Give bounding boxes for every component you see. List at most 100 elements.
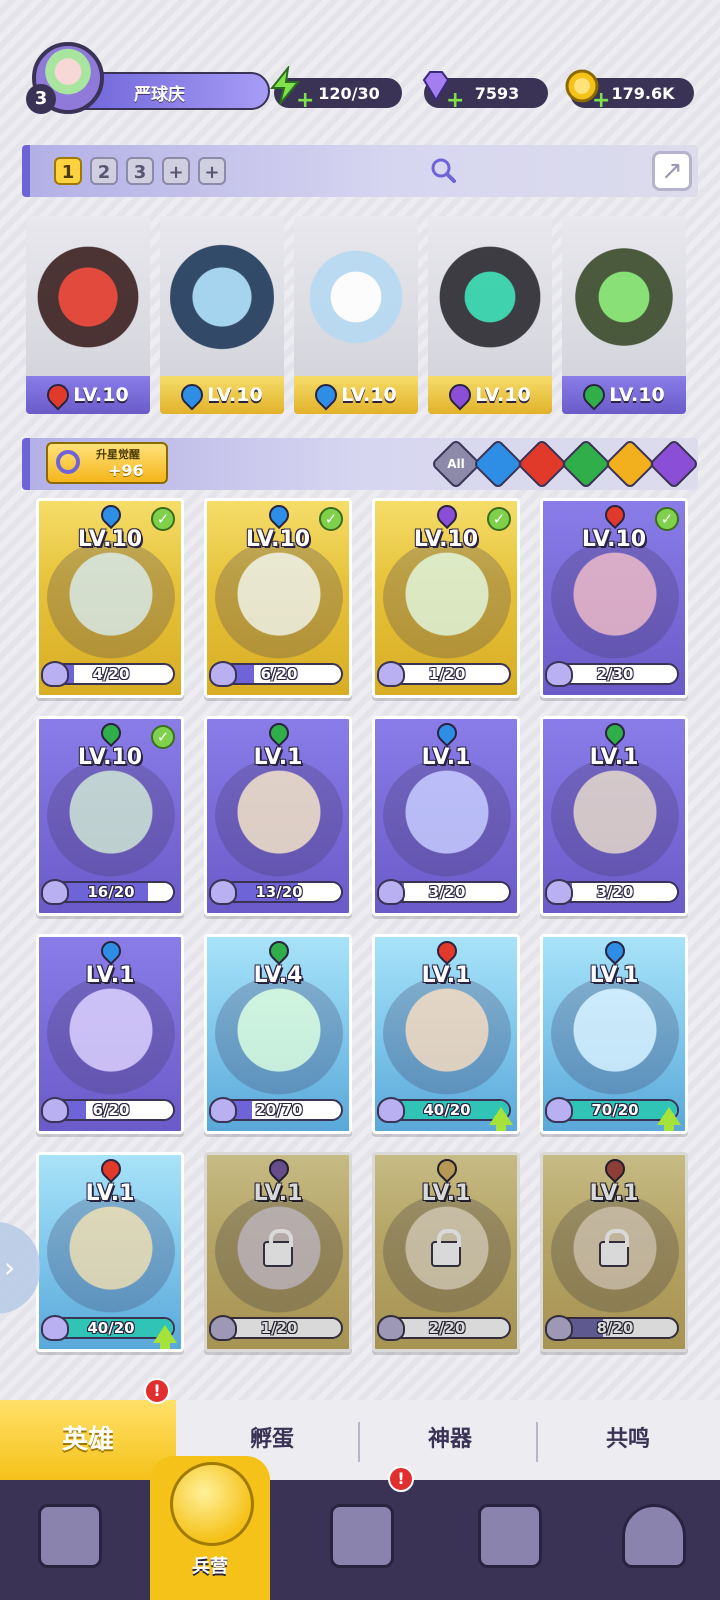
hero-portrait (47, 759, 175, 877)
gem-plus-icon[interactable]: + (446, 90, 464, 112)
hero-portrait (551, 541, 679, 659)
nav-map[interactable] (300, 1490, 420, 1600)
nav-mushroom[interactable] (592, 1490, 712, 1600)
tab-artifact[interactable]: 神器 (362, 1400, 538, 1480)
hero-portrait (47, 541, 175, 659)
nav-cards[interactable] (8, 1490, 128, 1600)
coin-plus-icon[interactable]: + (592, 90, 610, 112)
expand-side-arrow-icon[interactable]: › (0, 1222, 40, 1314)
team-tab-add-1[interactable]: + (162, 157, 190, 185)
star-awaken-button[interactable]: 升星觉醒 +96 (46, 442, 168, 484)
hero-card[interactable]: LV.1 3/20 (540, 716, 688, 916)
hero-shard-icon (545, 1315, 573, 1341)
hero-card[interactable]: LV.1 6/20 (36, 934, 184, 1134)
filter-water-icon[interactable] (472, 438, 524, 490)
water-element-icon (600, 937, 630, 966)
filter-fire-icon[interactable] (516, 438, 568, 490)
tab-resonance[interactable]: 共鸣 (540, 1400, 716, 1480)
bottom-nav: 兵营 ! (0, 1456, 720, 1600)
hero-card[interactable]: LV.1 40/20 (372, 934, 520, 1134)
hero-portrait (572, 232, 676, 362)
top-bar: 严球庆 3 + 120/30 + 7593 + 179.6K (0, 38, 720, 118)
nature-element-icon (264, 937, 294, 966)
hero-card[interactable]: LV.10 ✓ 4/20 (36, 498, 184, 698)
hero-level: LV.1 (589, 963, 639, 988)
nav-barracks[interactable]: 兵营 (150, 1456, 270, 1600)
hero-level: LV.1 (421, 1181, 471, 1206)
hero-card[interactable]: LV.10 ✓ 2/30 (540, 498, 688, 698)
checkmark-icon: ✓ (655, 507, 679, 531)
filter-nature-icon[interactable] (560, 438, 612, 490)
hero-card[interactable]: LV.10 ✓ 6/20 (204, 498, 352, 698)
team-slot-level: LV.10 (562, 376, 686, 414)
hero-card[interactable]: LV.1 40/20 (36, 1152, 184, 1352)
energy-value: 120/30 (318, 83, 380, 103)
tab-divider (536, 1422, 538, 1462)
checkmark-icon: ✓ (151, 507, 175, 531)
energy-counter[interactable]: + 120/30 (269, 66, 402, 112)
team-slot[interactable]: LV.10 (160, 216, 284, 414)
hero-portrait (47, 1195, 175, 1313)
hero-card[interactable]: LV.4 20/70 (204, 934, 352, 1134)
energy-plus-icon[interactable]: + (296, 90, 314, 112)
locked-building-icon (478, 1504, 542, 1568)
moon-element-icon (264, 1155, 294, 1184)
water-element-icon (96, 501, 126, 530)
team-slot-level-text: LV.10 (73, 384, 129, 406)
hero-card[interactable]: LV.1 2/20 (372, 1152, 520, 1352)
upgrade-arrow-icon[interactable] (657, 1107, 681, 1131)
checkmark-icon: ✓ (319, 507, 343, 531)
lock-icon (431, 1229, 461, 1267)
team-tab-1[interactable]: 1 (54, 157, 82, 185)
search-icon[interactable] (430, 157, 456, 189)
team-slot[interactable]: LV.10 (294, 216, 418, 414)
hero-card[interactable]: LV.1 3/20 (372, 716, 520, 916)
team-slot-level-text: LV.10 (341, 384, 397, 406)
share-icon[interactable]: ↗ (652, 151, 692, 191)
key-icon (56, 450, 80, 474)
hero-card[interactable]: LV.10 ✓ 1/20 (372, 498, 520, 698)
hero-portrait (215, 977, 343, 1095)
hero-shard-icon (209, 661, 237, 687)
nav-barracks-label: 兵营 (192, 1556, 228, 1577)
hero-card[interactable]: LV.1 8/20 (540, 1152, 688, 1352)
water-element-icon (176, 379, 208, 411)
team-tab-3[interactable]: 3 (126, 157, 154, 185)
team-slot[interactable]: LV.10 (562, 216, 686, 414)
tab-heroes-label: 英雄 (61, 1425, 114, 1455)
gem-counter[interactable]: + 7593 (422, 71, 548, 112)
hero-level: LV.1 (589, 1181, 639, 1206)
team-slot-level-text: LV.10 (475, 384, 531, 406)
hero-level: LV.4 (253, 963, 303, 988)
hero-portrait (383, 759, 511, 877)
moon-element-icon (444, 379, 476, 411)
hero-shard-icon (377, 1315, 405, 1341)
nav-locked-building[interactable] (448, 1490, 568, 1600)
team-slot[interactable]: LV.10 (26, 216, 150, 414)
mushroom-icon (622, 1504, 686, 1568)
tab-resonance-label: 共鸣 (605, 1427, 650, 1452)
upgrade-arrow-icon[interactable] (153, 1325, 177, 1349)
team-tab-add-2[interactable]: + (198, 157, 226, 185)
fire-element-icon (600, 501, 630, 530)
checkmark-icon: ✓ (151, 725, 175, 749)
team-selector-bar: 1 2 3 + + ↗ (22, 145, 698, 197)
filter-all-label: All (447, 457, 465, 471)
upgrade-arrow-icon[interactable] (489, 1107, 513, 1131)
hero-shard-icon (41, 1097, 69, 1123)
team-slot-level: LV.10 (26, 376, 150, 414)
tab-hatch-label: 孵蛋 (249, 1427, 294, 1452)
player-profile[interactable]: 严球庆 3 (24, 42, 270, 114)
coin-counter[interactable]: + 179.6K (565, 69, 694, 112)
filter-light-icon[interactable] (604, 438, 656, 490)
hero-card[interactable]: LV.1 13/20 (204, 716, 352, 916)
team-slot-level: LV.10 (160, 376, 284, 414)
filter-moon-icon[interactable] (648, 438, 700, 490)
hero-card[interactable]: LV.1 1/20 (204, 1152, 352, 1352)
hero-card[interactable]: LV.10 ✓ 16/20 (36, 716, 184, 916)
hero-card[interactable]: LV.1 70/20 (540, 934, 688, 1134)
hero-level: LV.1 (253, 745, 303, 770)
team-slot-level-text: LV.10 (207, 384, 263, 406)
team-slot[interactable]: LV.10 (428, 216, 552, 414)
team-tab-2[interactable]: 2 (90, 157, 118, 185)
